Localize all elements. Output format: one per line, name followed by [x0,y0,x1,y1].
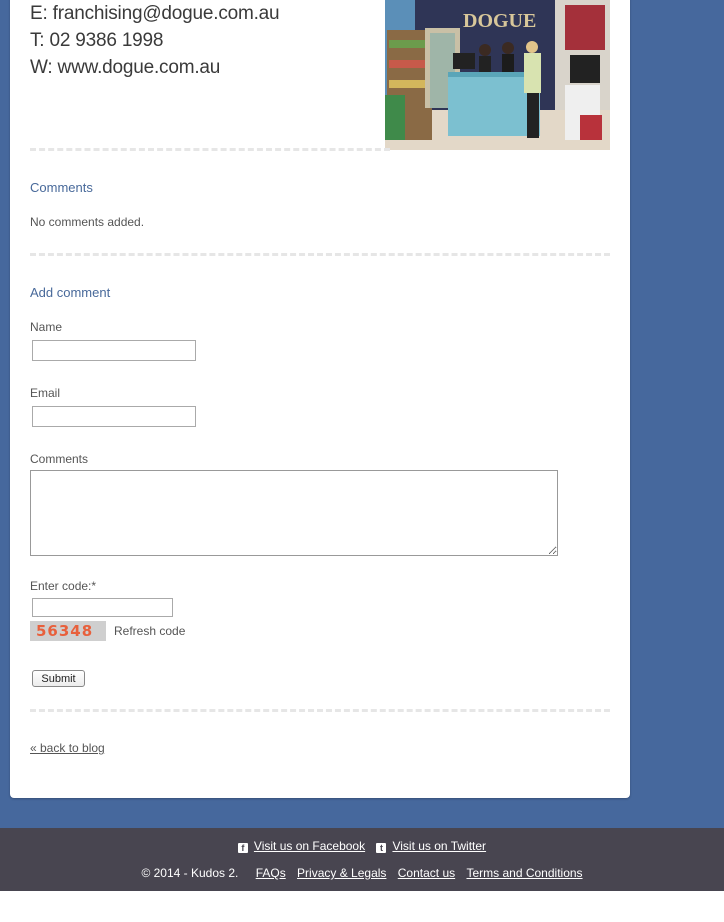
twitter-icon: t [376,843,387,853]
store-sign-text: DOGUE [463,10,536,32]
email-label: Email [30,386,61,400]
blog-post-card: E: franchising@dogue.com.au T: 02 9386 1… [10,0,630,798]
facebook-icon: f [237,843,248,853]
terms-conditions-link[interactable]: Terms and Conditions [466,866,582,880]
comments-heading: Comments [30,180,93,195]
section-divider [30,148,390,151]
contact-phone: T: 02 9386 1998 [30,30,164,51]
privacy-legals-link[interactable]: Privacy & Legals [297,866,386,880]
social-links: f Visit us on Facebook t Visit us on Twitt… [0,839,724,853]
site-footer: f Visit us on Facebook t Visit us on Twitt… [0,828,724,891]
section-divider [30,253,610,256]
add-comment-heading: Add comment [30,285,111,300]
back-to-blog-link[interactable]: « back to blog [30,741,105,755]
facebook-link-item: f Visit us on Facebook [237,839,365,853]
twitter-link[interactable]: Visit us on Twitter [392,839,486,853]
faqs-link[interactable]: FAQs [256,866,286,880]
email-input[interactable] [32,406,196,427]
contact-website: W: www.dogue.com.au [30,57,221,78]
name-label: Name [30,320,63,334]
refresh-code-link[interactable]: Refresh code [114,624,185,638]
store-photo-illustration: DOGUE [385,0,610,150]
contact-us-link[interactable]: Contact us [398,866,455,880]
captcha-image: 56348 [30,621,106,641]
contact-email: E: franchising@dogue.com.au [30,3,280,24]
code-label: Enter code:* [30,579,97,593]
copyright-text: © 2014 - Kudos 2. [141,866,239,880]
facebook-link[interactable]: Visit us on Facebook [254,839,365,853]
submit-button[interactable]: Submit [32,670,85,687]
contact-details: E: franchising@dogue.com.au T: 02 9386 1… [30,0,280,81]
no-comments-text: No comments added. [30,215,145,229]
legal-links: © 2014 - Kudos 2. FAQs Privacy & Legals … [0,866,724,880]
comments-label: Comments [30,452,89,466]
section-divider [30,709,610,712]
store-photo: DOGUE [385,0,610,150]
comments-textarea[interactable] [30,470,558,556]
captcha-input[interactable] [32,598,173,617]
name-input[interactable] [32,340,196,361]
twitter-link-item: t Visit us on Twitter [376,839,486,853]
